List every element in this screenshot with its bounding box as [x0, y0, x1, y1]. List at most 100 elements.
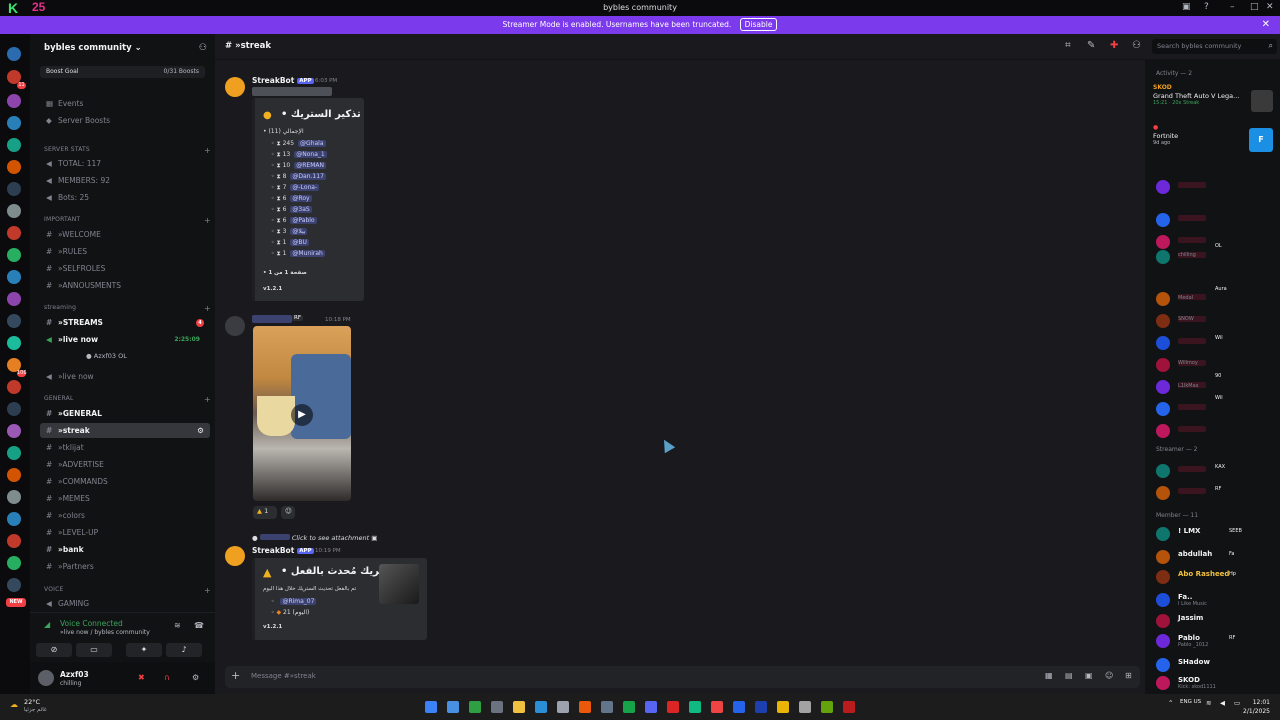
apps-icon[interactable]: ⊞	[1125, 671, 1132, 680]
voice-channel-live-now-2[interactable]: ◀ »live now	[40, 369, 210, 384]
member-item[interactable]	[1145, 462, 1280, 480]
search-input[interactable]: Search bybles community ⌕	[1152, 39, 1277, 54]
language-indicator[interactable]: ENG US	[1180, 699, 1201, 706]
server-icon[interactable]	[7, 556, 21, 570]
server-icon[interactable]	[7, 138, 21, 152]
category-voice[interactable]: VOICE +	[44, 586, 211, 595]
battery-icon[interactable]: ▭	[1234, 699, 1240, 707]
maximize-icon[interactable]: □	[1250, 2, 1259, 12]
avatar[interactable]	[38, 670, 54, 686]
voice-channel-members[interactable]: ◀ MEMBERS: 92	[40, 173, 210, 188]
server-icon[interactable]	[7, 578, 21, 592]
member-item[interactable]: abdullah Fa	[1145, 548, 1280, 566]
user-mention[interactable]: @Pablo	[290, 217, 317, 224]
add-channel-icon[interactable]: +	[204, 304, 211, 313]
user-name[interactable]: Azxf03	[60, 670, 89, 679]
mute-icon[interactable]: ✖	[138, 673, 145, 682]
soundboard-button[interactable]: ♪	[166, 643, 202, 657]
channel-rules[interactable]: # »RULES	[40, 244, 210, 259]
play-icon[interactable]: ▶	[291, 404, 313, 426]
screen-share-button[interactable]: ▭	[76, 643, 112, 657]
server-icon[interactable]	[7, 248, 21, 262]
gear-icon[interactable]: ⚙	[192, 673, 199, 682]
channel-welcome[interactable]: # »WELCOME	[40, 227, 210, 242]
server-icon[interactable]	[7, 512, 21, 526]
reply-reference[interactable]: ● Click to see attachment ▣	[252, 534, 377, 542]
close-window-icon[interactable]: ✕	[1266, 2, 1274, 12]
user-mention[interactable]: @Munirah	[290, 250, 325, 257]
voice-connected-channel[interactable]: »live now / bybles community	[60, 629, 150, 636]
server-icon[interactable]	[7, 446, 21, 460]
category-important[interactable]: IMPORTANT +	[44, 216, 211, 225]
member-item[interactable]	[1145, 334, 1280, 352]
app-icon[interactable]	[491, 701, 503, 713]
vscode-icon[interactable]	[733, 701, 745, 713]
user-mention[interactable]: @3aS	[290, 206, 312, 213]
server-icon[interactable]	[7, 424, 21, 438]
user-mention[interactable]: @Roy	[290, 195, 312, 202]
channel-streak[interactable]: # »streak ⚙	[40, 423, 210, 438]
video-attachment[interactable]: ▶	[253, 326, 351, 501]
settings-icon[interactable]: ⚙	[197, 423, 204, 438]
member-item[interactable]	[1145, 400, 1280, 418]
guild-header[interactable]: bybles community ⌄ ⚇	[30, 34, 215, 62]
member-item[interactable]	[1145, 211, 1280, 229]
channel-commands[interactable]: # »COMMANDS	[40, 474, 210, 489]
app-icon[interactable]	[623, 701, 635, 713]
member-item[interactable]: SKOD Kick: skod1111	[1145, 674, 1280, 692]
channel-memes[interactable]: # »MEMES	[40, 491, 210, 506]
channel-annousments[interactable]: # »ANNOUSMENTS	[40, 278, 210, 293]
message-author[interactable]: StreakBot APP	[252, 546, 314, 555]
channel-bank[interactable]: # »bank	[40, 542, 210, 557]
app-icon[interactable]	[667, 701, 679, 713]
channel-colors[interactable]: # »colors	[40, 508, 210, 523]
server-icon[interactable]	[7, 468, 21, 482]
add-reaction-button[interactable]: ☺	[281, 506, 295, 519]
pin-icon[interactable]: ✚	[1110, 40, 1118, 51]
member-item[interactable]	[1145, 484, 1280, 502]
server-icon[interactable]	[7, 47, 21, 61]
member-item[interactable]: Jassim	[1145, 612, 1280, 630]
server-icon[interactable]	[7, 490, 21, 504]
server-icon[interactable]	[7, 160, 21, 174]
server-icon[interactable]	[7, 204, 21, 218]
server-icon[interactable]	[7, 270, 21, 284]
app-icon[interactable]	[777, 701, 789, 713]
deafen-icon[interactable]: ∩	[164, 673, 170, 682]
taskview-icon[interactable]	[447, 701, 459, 713]
volume-icon[interactable]: ◀	[1220, 699, 1225, 707]
member-item[interactable]: Abo Rasheed Hp	[1145, 568, 1280, 586]
chrome-icon[interactable]	[689, 701, 701, 713]
start-icon[interactable]	[425, 701, 437, 713]
user-mention[interactable]: @REMAN	[294, 162, 326, 169]
member-item[interactable]	[1145, 178, 1280, 196]
spoiler-block[interactable]	[252, 87, 332, 96]
firefox-icon[interactable]	[579, 701, 591, 713]
disconnect-icon[interactable]: ☎	[194, 621, 204, 630]
server-icon[interactable]	[7, 94, 21, 108]
gif-icon[interactable]: ▤	[1065, 671, 1073, 680]
app-icon[interactable]	[755, 701, 767, 713]
user-mention[interactable]: @Dan.117	[290, 173, 326, 180]
message-input[interactable]: Message #»streak	[251, 672, 316, 680]
server-boosts-item[interactable]: ◆ Server Boosts	[40, 113, 210, 128]
member-item[interactable]: Fa.. I Like Music	[1145, 591, 1280, 609]
category-server-stats[interactable]: SERVER STATS +	[44, 146, 211, 155]
reaction-chip[interactable]: ▲ 1	[253, 506, 277, 519]
user-mention[interactable]: @Ghala	[298, 140, 326, 147]
category-streaming[interactable]: streaming +	[44, 304, 211, 313]
sticker-icon[interactable]: ▣	[1085, 671, 1093, 680]
inbox-icon[interactable]: ▣	[1182, 2, 1191, 12]
server-icon[interactable]	[7, 182, 21, 196]
explorer-icon[interactable]	[513, 701, 525, 713]
server-icon[interactable]	[7, 226, 21, 240]
member-item[interactable]	[1145, 378, 1280, 396]
channel-advertise[interactable]: # »ADVERTISE	[40, 457, 210, 472]
gift-icon[interactable]: ▦	[1045, 671, 1053, 680]
add-channel-icon[interactable]: +	[204, 216, 211, 225]
voice-channel-bots[interactable]: ◀ Bots: 25	[40, 190, 210, 205]
user-mention[interactable]: @بيلا	[290, 228, 308, 235]
voice-channel-live-now[interactable]: ◀ »live now 2:25:09	[40, 332, 210, 347]
member-item[interactable]	[1145, 312, 1280, 330]
channel-selfroles[interactable]: # »SELFROLES	[40, 261, 210, 276]
